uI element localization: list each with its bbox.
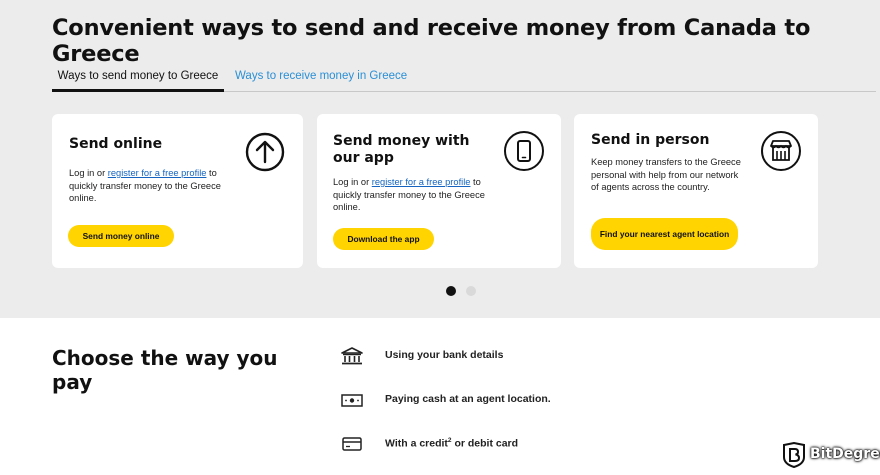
description-text: Log in or: [333, 177, 372, 187]
card-description: Log in or register for a free profile to…: [333, 176, 488, 214]
description-text: Log in or: [69, 168, 108, 178]
bank-icon: [340, 346, 364, 371]
card-description: Log in or register for a free profile to…: [69, 167, 239, 205]
hero-section: Convenient ways to send and receive mone…: [0, 0, 880, 318]
bitdegree-logo-icon: [782, 441, 806, 473]
card-send-in-person: Send in person Keep money transfers to t…: [574, 114, 818, 268]
payment-option-card: With a credit2 or debit card: [340, 434, 640, 454]
card-description: Keep money transfers to the Greece perso…: [591, 157, 741, 192]
payment-option-cash: Paying cash at an agent location.: [340, 390, 640, 410]
card-send-app: Send money with our app Log in or regist…: [317, 114, 561, 268]
register-link[interactable]: register for a free profile: [372, 177, 471, 187]
card-title: Send money with our app: [333, 133, 470, 166]
tab-bar: Ways to send money to Greece Ways to rec…: [52, 64, 876, 92]
download-app-button[interactable]: Download the app: [333, 228, 434, 250]
choose-payment-title: Choose the way you pay: [52, 346, 278, 394]
payment-option-bank: Using your bank details: [340, 346, 640, 366]
tab-receive-money[interactable]: Ways to receive money in Greece: [235, 64, 407, 92]
send-money-online-button[interactable]: Send money online: [68, 225, 174, 247]
card-title: Send online: [69, 136, 163, 152]
bitdegree-wordmark: BitDegree: [810, 446, 880, 462]
page-title: Convenient ways to send and receive mone…: [52, 15, 811, 67]
payment-option-label: Using your bank details: [385, 349, 504, 361]
label-text: or debit card: [451, 437, 519, 450]
arrow-up-circle-icon: [245, 132, 285, 177]
storefront-icon: [760, 130, 802, 177]
carousel-dot[interactable]: [466, 286, 476, 296]
smartphone-icon: [503, 130, 545, 177]
payment-option-label: With a credit2 or debit card: [385, 437, 518, 450]
cash-icon: [340, 390, 364, 415]
payment-option-label: Paying cash at an agent location.: [385, 393, 551, 405]
carousel-dot-active[interactable]: [446, 286, 456, 296]
find-agent-location-button[interactable]: Find your nearest agent location: [591, 218, 738, 250]
register-link[interactable]: register for a free profile: [108, 168, 207, 178]
card-send-online: Send online Log in or register for a fre…: [52, 114, 303, 268]
tab-send-money[interactable]: Ways to send money to Greece: [52, 64, 224, 92]
label-text: With a credit: [385, 437, 448, 450]
card-title: Send in person: [591, 132, 710, 148]
credit-card-icon: [340, 434, 364, 459]
